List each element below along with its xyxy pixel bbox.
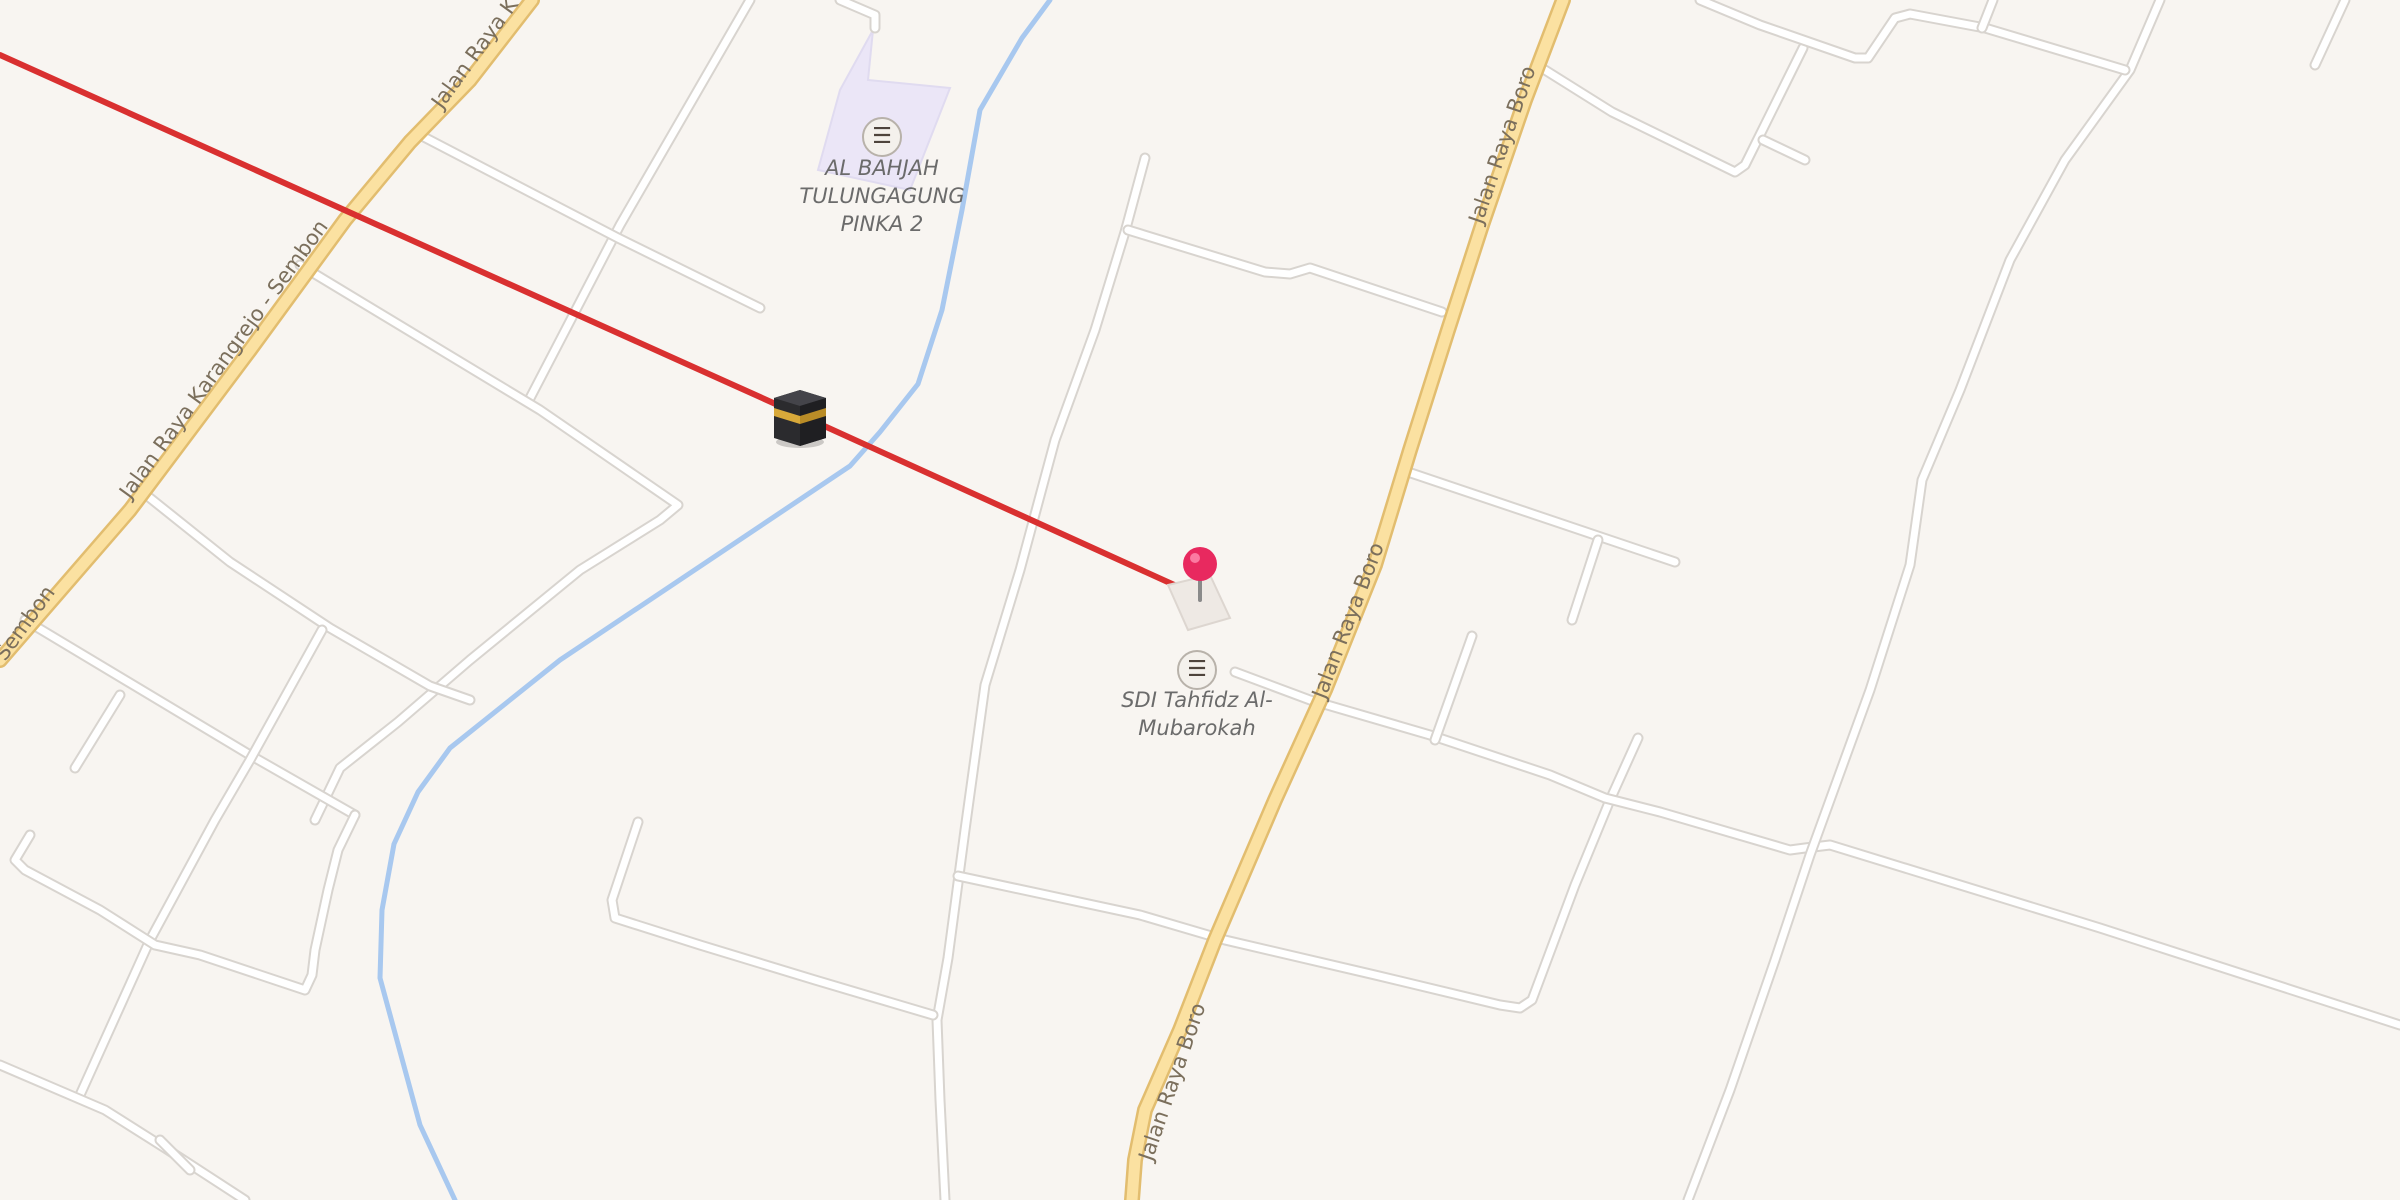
school-icon[interactable]: ☰ [862,117,902,157]
road-label-boro-bottom: Jalan Raya Boro [1133,1000,1210,1166]
location-pin-icon[interactable] [1166,547,1232,632]
poi-label-sdi-tahfidz[interactable]: SDI Tahfidz Al- Mubarokah [1097,686,1297,742]
map-layer: Jalan Raya Karangrejo - Sembon Jalan Ray… [0,0,2400,1200]
map-canvas[interactable]: Jalan Raya Karangrejo - Sembon Jalan Ray… [0,0,2400,1200]
road-label-karangrejo: Jalan Raya Karangrejo - Sembon [113,215,332,504]
road-label-karangrejo-top: Jalan Raya K [425,0,523,115]
kaaba-icon[interactable] [774,390,826,448]
school-icon[interactable]: ☰ [1177,650,1217,690]
road-label-boro-top: Jalan Raya Boro [1463,63,1540,229]
road-labels: Jalan Raya Karangrejo - Sembon Jalan Ray… [0,0,1540,1166]
road-label-boro-mid: Jalan Raya Boro [1307,539,1389,704]
poi-label-al-bahjah[interactable]: AL BAHJAH TULUNGAGUNG PINKA 2 [782,154,982,238]
road-label-sembon: Sembon [0,581,60,665]
